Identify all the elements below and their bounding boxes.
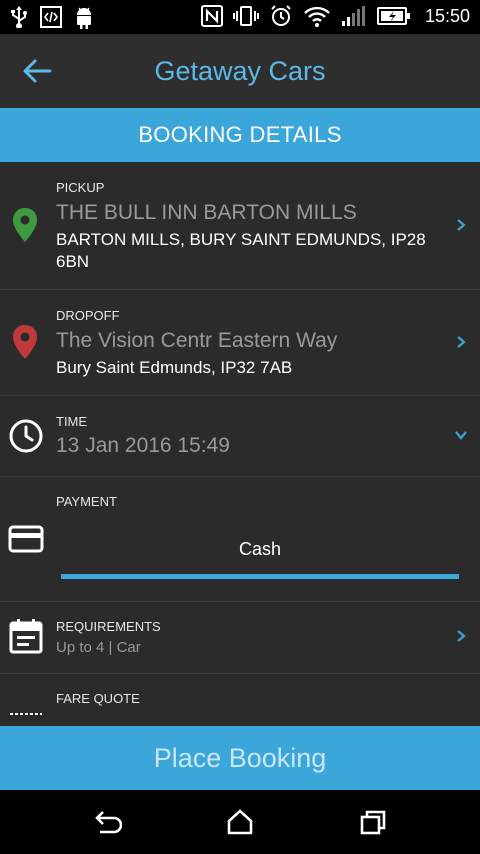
requirements-label: REQUIREMENTS — [56, 619, 161, 634]
dropoff-location-pin-icon — [13, 325, 37, 359]
time-value: 13 Jan 2016 15:49 — [56, 434, 230, 457]
app-toolbar: Getaway Cars — [0, 34, 480, 108]
pickup-row[interactable]: PICKUP THE BULL INN BARTON MILLS BARTON … — [0, 162, 480, 290]
pickup-label: PICKUP — [56, 180, 105, 195]
dropoff-name: The Vision Centr Eastern Way — [56, 329, 338, 352]
requirements-value: Up to 4 | Car — [56, 639, 141, 656]
recent-apps-icon[interactable] — [358, 808, 388, 836]
fare-quote-row: FARE QUOTE — [0, 674, 480, 726]
usb-icon — [11, 6, 27, 28]
receipt-icon — [10, 713, 42, 715]
payment-row: PAYMENT Cash — [0, 477, 480, 602]
battery-charging-icon — [376, 7, 410, 25]
fare-quote-label: FARE QUOTE — [56, 691, 140, 706]
calendar-icon — [9, 619, 43, 654]
payment-label: PAYMENT — [56, 494, 117, 509]
dropoff-address: Bury Saint Edmunds, IP32 7AB — [56, 358, 293, 377]
status-bar: 15:50 — [0, 0, 480, 34]
alarm-icon — [271, 5, 291, 26]
pickup-address: BARTON MILLS, BURY SAINT EDMUNDS, IP28 6… — [56, 230, 426, 271]
time-row[interactable]: TIME 13 Jan 2016 15:49 — [0, 396, 480, 477]
chevron-down-icon — [455, 431, 467, 440]
credit-card-icon — [8, 525, 44, 553]
developer-code-icon — [40, 6, 62, 28]
app-title: Getaway Cars — [154, 56, 326, 86]
payment-selected-indicator — [61, 574, 459, 579]
android-icon — [77, 7, 91, 29]
place-booking-button[interactable]: Place Booking — [0, 726, 480, 790]
time-label: TIME — [56, 414, 88, 429]
clock-time: 15:50 — [424, 5, 470, 26]
nfc-icon — [200, 5, 223, 27]
screen: 15:50 Getaway Cars BOOKING DETAILS PICKU… — [0, 0, 480, 854]
requirements-row[interactable]: REQUIREMENTS Up to 4 | Car — [0, 602, 480, 674]
back-icon[interactable] — [92, 808, 122, 836]
pickup-name: THE BULL INN BARTON MILLS — [56, 201, 357, 224]
home-icon[interactable] — [225, 808, 255, 836]
dropoff-label: DROPOFF — [56, 308, 120, 323]
system-nav-bar — [0, 790, 480, 854]
pickup-location-pin-icon — [13, 208, 37, 242]
cell-signal-icon — [341, 6, 365, 26]
chevron-right-icon — [457, 336, 466, 348]
vibrate-icon — [232, 6, 259, 26]
dropoff-row[interactable]: DROPOFF The Vision Centr Eastern Way Bur… — [0, 290, 480, 396]
chevron-right-icon — [457, 219, 466, 231]
payment-option-cash[interactable]: Cash — [60, 539, 460, 560]
wifi-icon — [304, 6, 330, 27]
booking-details-header: BOOKING DETAILS — [0, 108, 480, 162]
clock-icon — [9, 419, 43, 453]
chevron-right-icon — [457, 630, 466, 642]
